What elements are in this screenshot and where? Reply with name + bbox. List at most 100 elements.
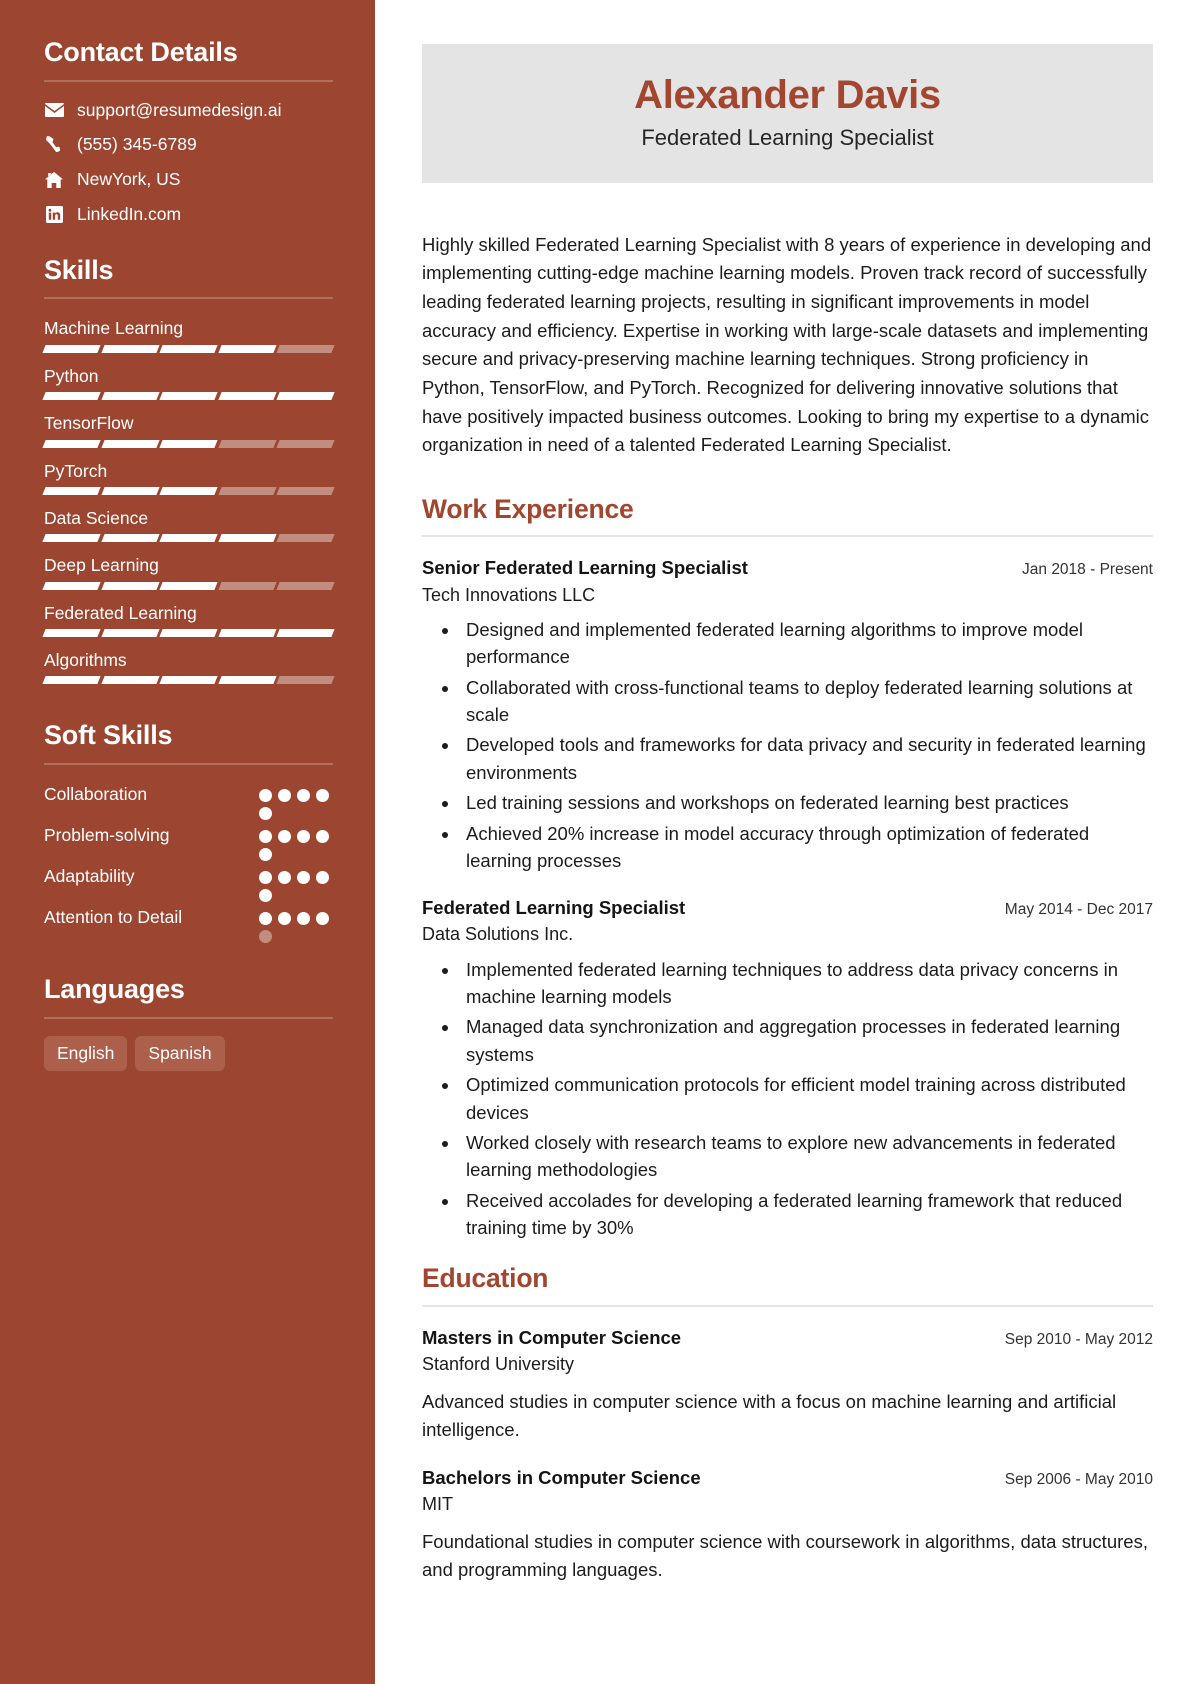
skill-bar-segment xyxy=(218,439,276,448)
skill-bar-segment xyxy=(218,392,276,401)
skill-level-bar xyxy=(42,439,335,448)
soft-skill-rating xyxy=(259,823,333,862)
rating-dot xyxy=(259,930,272,944)
entry-header: Federated Learning Specialist May 2014 - … xyxy=(422,896,1153,920)
skill-item: Data Science xyxy=(42,506,335,543)
sidebar: Contact Details support@resumedesign.ai (… xyxy=(0,0,375,1684)
rating-dot xyxy=(259,807,272,821)
skill-name: Data Science xyxy=(44,507,149,528)
skill-bar-segment xyxy=(159,629,218,637)
skill-name: Deep Learning xyxy=(44,555,159,576)
candidate-role: Federated Learning Specialist xyxy=(641,125,934,150)
entry-organization: MIT xyxy=(422,1493,453,1514)
contact-item[interactable]: (555) 345-6789 xyxy=(44,133,333,156)
skill-item: TensorFlow xyxy=(42,411,335,448)
entry-bullet: Developed tools and frameworks for data … xyxy=(460,731,1153,786)
home-icon xyxy=(44,171,64,188)
divider xyxy=(44,1016,333,1019)
skill-bar-segment xyxy=(276,676,335,685)
soft-skill-item: Problem-solving xyxy=(44,823,333,862)
rating-dot xyxy=(316,871,329,885)
skill-bar-segment xyxy=(276,486,335,495)
skill-name: Federated Learning xyxy=(44,602,197,623)
rating-dot xyxy=(278,912,291,926)
education-entry-list: Masters in Computer Science Sep 2010 - Ma… xyxy=(422,1326,1153,1584)
skill-level-bar xyxy=(42,581,335,590)
linkedin-icon xyxy=(44,205,64,223)
skill-item: PyTorch xyxy=(42,459,335,495)
skill-bar-segment xyxy=(276,392,335,401)
entry-header: Bachelors in Computer Science Sep 2006 - … xyxy=(422,1466,1153,1490)
entry-title: Federated Learning Specialist xyxy=(422,897,686,919)
entry-bullet: Worked closely with research teams to ex… xyxy=(460,1129,1153,1184)
skill-bar-segment xyxy=(276,581,335,590)
soft-skill-rating xyxy=(259,905,333,944)
skill-item: Python xyxy=(42,364,335,401)
skill-bar-segment xyxy=(159,486,218,495)
contact-item[interactable]: LinkedIn.com xyxy=(44,203,333,226)
work-experience-heading: Work Experience xyxy=(422,493,634,524)
resume-entry: Bachelors in Computer Science Sep 2006 - … xyxy=(422,1466,1153,1584)
entry-date-range: Sep 2006 - May 2010 xyxy=(1004,1470,1153,1488)
soft-skill-item: Collaboration xyxy=(44,782,333,821)
entry-date-range: Sep 2010 - May 2012 xyxy=(1004,1330,1153,1348)
contact-item[interactable]: NewYork, US xyxy=(44,168,333,191)
languages-heading: Languages xyxy=(44,974,185,1005)
main-content: Alexander Davis Federated Learning Speci… xyxy=(375,0,1200,1684)
skill-bar-segment xyxy=(218,344,276,353)
skill-bar-segment xyxy=(159,344,218,353)
entry-organization: Stanford University xyxy=(422,1354,575,1375)
skill-item: Machine Learning xyxy=(42,316,335,353)
entry-bullet: Managed data synchronization and aggrega… xyxy=(460,1013,1153,1068)
rating-dot xyxy=(259,912,272,926)
skill-level-bar xyxy=(42,629,335,637)
contact-item-text: support@resumedesign.ai xyxy=(77,99,282,120)
skill-bar-segment xyxy=(276,439,335,448)
contact-list: support@resumedesign.ai (555) 345-6789 New… xyxy=(44,99,333,226)
rating-dot xyxy=(259,830,272,844)
languages-list: English Spanish xyxy=(44,1035,333,1071)
entry-title: Senior Federated Learning Specialist xyxy=(422,557,748,579)
skill-name: Machine Learning xyxy=(44,318,184,339)
entry-bullet-list: Designed and implemented federated learn… xyxy=(422,616,1153,874)
entry-date-range: May 2014 - Dec 2017 xyxy=(1004,901,1153,919)
skills-list: Machine Learning Python TensorFlow PyTorch D… xyxy=(42,316,335,685)
skill-level-bar xyxy=(42,392,335,401)
skill-bar-segment xyxy=(276,534,335,543)
contact-details-heading: Contact Details xyxy=(44,37,238,67)
skill-name: TensorFlow xyxy=(44,413,134,434)
language-tag[interactable]: Spanish xyxy=(135,1035,225,1071)
education-section: Education Masters in Computer Science Sep… xyxy=(422,1263,1153,1583)
language-tag[interactable]: English xyxy=(44,1035,128,1071)
skill-level-bar xyxy=(42,534,335,543)
entry-header: Senior Federated Learning Specialist Jan … xyxy=(422,556,1153,580)
skill-item: Algorithms xyxy=(42,648,335,685)
skills-section: Skills Machine Learning Python TensorFlow P… xyxy=(42,255,335,685)
languages-section: Languages English Spanish xyxy=(44,974,333,1071)
skill-bar-segment xyxy=(42,486,101,495)
work-experience-section: Work Experience Senior Federated Learnin… xyxy=(422,494,1153,1241)
rating-dot xyxy=(259,848,272,862)
divider xyxy=(422,535,1153,538)
skill-level-bar xyxy=(42,344,335,353)
rating-dot xyxy=(259,889,272,903)
skill-bar-segment xyxy=(218,581,276,590)
skill-bar-segment xyxy=(159,534,218,543)
rating-dot xyxy=(259,789,272,803)
soft-skill-rating xyxy=(259,864,333,903)
skill-bar-segment xyxy=(100,581,159,590)
rating-dot xyxy=(297,789,310,803)
contact-item[interactable]: support@resumedesign.ai xyxy=(44,99,333,122)
contact-item-text: NewYork, US xyxy=(77,169,181,190)
entry-title: Masters in Computer Science xyxy=(422,1326,682,1348)
rating-dot xyxy=(316,830,329,844)
resume-entry: Federated Learning Specialist May 2014 - … xyxy=(422,896,1153,1241)
skill-bar-segment xyxy=(218,486,276,495)
skill-bar-segment xyxy=(159,676,218,685)
rating-dot xyxy=(278,830,291,844)
candidate-name: Alexander Davis xyxy=(634,73,941,117)
skill-bar-segment xyxy=(100,392,159,401)
rating-dot xyxy=(278,871,291,885)
entry-title: Bachelors in Computer Science xyxy=(422,1466,701,1488)
entry-bullet: Achieved 20% increase in model accuracy … xyxy=(460,820,1153,875)
